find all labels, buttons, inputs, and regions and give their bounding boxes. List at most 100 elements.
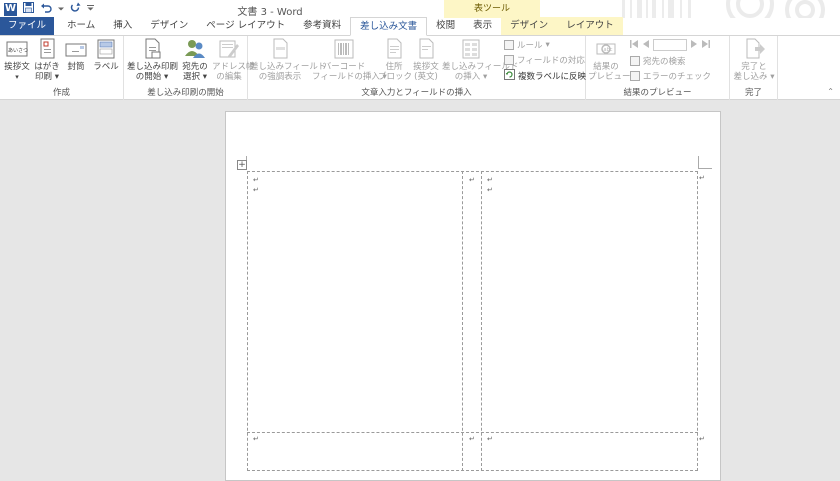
svg-text:abc: abc (604, 47, 613, 53)
document-area: + ↵ ↵ ↵ ↵ ↵ ↵ ↵ ↵ ↵ ↵ (0, 101, 840, 481)
greeting-line-label-2: (英文) (414, 72, 438, 82)
tab-view[interactable]: 表示 (464, 17, 501, 35)
tab-table-design[interactable]: デザイン (501, 17, 558, 35)
highlight-fields-label-2: の強調表示 (258, 72, 302, 82)
table-column-divider (462, 171, 463, 471)
paragraph-mark: ↵ (469, 435, 475, 443)
preview-label-2: プレビュー (588, 72, 631, 82)
labels-button[interactable]: ラベル (92, 38, 120, 72)
start-mail-merge-label-2: の開始 ▾ (135, 72, 169, 82)
match-fields-icon (504, 55, 514, 65)
record-number-input[interactable] (653, 39, 687, 51)
labels-icon (95, 38, 117, 60)
update-labels-button[interactable]: 複数ラベルに反映 (504, 69, 586, 83)
recipients-icon (184, 38, 206, 60)
first-record-icon[interactable] (630, 39, 638, 51)
merge-field-label-2: の挿入 ▾ (454, 72, 488, 82)
address-block-button[interactable]: 住所 ブロック (378, 38, 413, 82)
table-border (247, 171, 698, 471)
table-move-handle[interactable]: + (237, 160, 247, 170)
paragraph-mark: ↵ (253, 435, 259, 443)
check-errors-button[interactable]: エラーのチェック (630, 70, 711, 82)
check-errors-icon (630, 71, 640, 81)
postcard-label-2: 印刷 ▾ (35, 72, 59, 82)
highlight-fields-icon (269, 38, 291, 60)
rules-icon (504, 40, 514, 50)
paragraph-mark: ↵ (253, 186, 259, 194)
tab-home[interactable]: ホーム (58, 17, 104, 35)
find-recipient-icon (630, 56, 640, 66)
merge-field-label-1: 差し込みフィールド (442, 62, 519, 72)
next-record-icon[interactable] (691, 39, 698, 51)
edit-recipient-list-button[interactable]: アドレス帳 の編集 (212, 38, 255, 82)
start-mail-merge-button[interactable]: 差し込み印刷 の開始 ▾ (127, 38, 178, 82)
chevron-down-icon: ▾ (15, 73, 19, 81)
address-block-label-1: 住所 (385, 62, 403, 72)
tab-insert[interactable]: 挿入 (104, 17, 141, 35)
tab-mailings[interactable]: 差し込み文書 (350, 17, 428, 36)
table-column-divider (481, 171, 482, 471)
previous-record-icon[interactable] (642, 39, 649, 51)
edit-list-icon (218, 38, 240, 60)
start-mail-merge-icon (141, 38, 163, 60)
document-page[interactable]: + ↵ ↵ ↵ ↵ ↵ ↵ ↵ ↵ ↵ ↵ (225, 111, 721, 481)
greeting-card-button[interactable]: あいさつ 挨拶文 ▾ (4, 38, 30, 82)
table-row-divider (247, 432, 698, 433)
ribbon-tabs: ファイル ホーム 挿入 デザイン ページ レイアウト 参考資料 差し込み文書 校… (0, 17, 840, 36)
paragraph-mark: ↵ (487, 186, 493, 194)
greeting-line-button[interactable]: 挨拶文 (英文) (410, 38, 442, 82)
rules-button[interactable]: ルール ▾ (504, 39, 550, 51)
group-label-insert: 文章入力とフィールドの挿入 (361, 88, 472, 98)
barcode-icon (333, 38, 355, 60)
find-recipient-button[interactable]: 宛先の検索 (630, 55, 686, 67)
paragraph-mark: ↵ (487, 176, 493, 184)
finish-label-1: 完了と (741, 62, 767, 72)
envelope-icon (65, 38, 87, 60)
group-label-finish: 完了 (744, 88, 762, 98)
greeting-line-label-1: 挨拶文 (413, 62, 439, 72)
paragraph-mark: ↵ (487, 435, 493, 443)
tab-page-layout[interactable]: ページ レイアウト (197, 17, 294, 35)
tab-review[interactable]: 校閲 (427, 17, 464, 35)
ribbon: あいさつ 挨拶文 ▾ はがき 印刷 ▾ 封筒 ラベル 作成 差し込み印刷 の開始… (0, 36, 840, 100)
tab-table-layout[interactable]: レイアウト (557, 17, 623, 35)
select-recipients-label-2: 選択 ▾ (183, 72, 207, 82)
insert-barcode-field-button[interactable]: バーコード フィールドの挿入 ▾ (312, 38, 387, 82)
last-record-icon[interactable] (702, 39, 710, 51)
postcard-print-button[interactable]: はがき 印刷 ▾ (34, 38, 60, 82)
preview-icon: abc (595, 38, 617, 60)
tab-file[interactable]: ファイル (0, 17, 55, 35)
table-tools-label: 表ツール (444, 0, 540, 18)
finish-merge-button[interactable]: 完了と 差し込み ▾ (732, 38, 776, 82)
select-recipients-button[interactable]: 宛先の 選択 ▾ (179, 38, 211, 82)
margin-mark (698, 156, 699, 168)
paragraph-mark: ↵ (699, 435, 705, 443)
match-fields-button[interactable]: フィールドの対応 (504, 54, 585, 66)
edit-recipient-label-1: アドレス帳 (212, 62, 255, 72)
finish-merge-icon (743, 38, 765, 60)
paragraph-mark: ↵ (699, 174, 705, 182)
address-block-icon (383, 38, 405, 60)
labels-label: ラベル (93, 62, 119, 72)
merge-field-icon (460, 38, 482, 60)
finish-label-2: 差し込み ▾ (733, 72, 775, 82)
postcard-icon (36, 38, 58, 60)
group-create: あいさつ 挨拶文 ▾ はがき 印刷 ▾ 封筒 ラベル 作成 (0, 36, 124, 100)
tab-design[interactable]: デザイン (141, 17, 197, 35)
group-preview-results: abc 結果の プレビュー 宛先の検索 エラーのチェック 結果のプレビュー (586, 36, 730, 100)
collapse-ribbon-icon[interactable]: ⌃ (827, 87, 834, 96)
barcode-label-1: バーコード (322, 62, 366, 72)
group-finish: 完了と 差し込み ▾ 完了 (730, 36, 778, 100)
record-navigation (630, 39, 710, 51)
group-label-create: 作成 (52, 88, 70, 98)
address-block-label-2: ブロック (378, 72, 413, 82)
barcode-label-2: フィールドの挿入 ▾ (312, 72, 387, 82)
edit-recipient-label-2: の編集 (216, 72, 242, 82)
tab-references[interactable]: 参考資料 (294, 17, 350, 35)
insert-merge-field-button[interactable]: 差し込みフィールド の挿入 ▾ (442, 38, 519, 82)
group-write-insert-fields: 差し込みフィールド の強調表示 バーコード フィールドの挿入 ▾ 住所 ブロック… (248, 36, 586, 100)
highlight-merge-fields-button[interactable]: 差し込みフィールド の強調表示 (250, 38, 326, 82)
greeting-card-icon: あいさつ (6, 38, 28, 60)
envelope-button[interactable]: 封筒 (64, 38, 88, 72)
preview-results-button[interactable]: abc 結果の プレビュー (588, 38, 631, 82)
